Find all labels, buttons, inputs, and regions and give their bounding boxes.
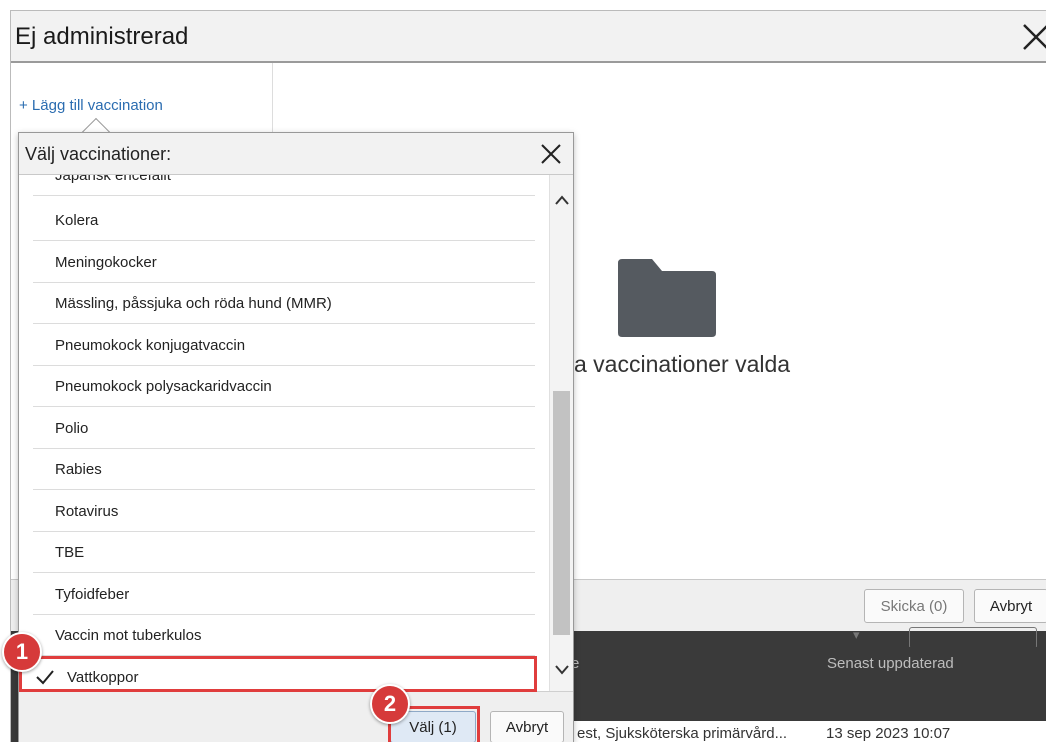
send-button[interactable]: Skicka (0) <box>864 589 964 623</box>
list-item-label: Vaccin mot tuberkulos <box>55 627 202 644</box>
list-item[interactable]: Mässling, påssjuka och röda hund (MMR) <box>33 283 535 324</box>
background-ghost-button <box>909 627 1037 649</box>
popup-title: Välj vaccinationer: <box>25 144 172 164</box>
folder-icon <box>618 259 716 337</box>
list-item[interactable]: Polio <box>33 408 535 449</box>
list-item[interactable]: Tyfoidfeber <box>33 574 535 615</box>
add-vaccination-link[interactable]: + Lägg till vaccination <box>19 97 163 114</box>
list-item-label: Tyfoidfeber <box>55 586 130 603</box>
list-item[interactable]: Vaccin mot tuberkulos <box>33 615 535 656</box>
chevron-up-icon[interactable] <box>553 193 571 207</box>
vaccination-list: Japansk encefalit Kolera Meningokocker M… <box>19 175 549 691</box>
list-item-label: Meningokocker <box>55 254 157 271</box>
list-item[interactable]: Kolera <box>33 200 535 241</box>
list-item-label: Rabies <box>55 461 102 478</box>
list-item[interactable]: Pneumokock polysackaridvaccin <box>33 366 535 407</box>
cancel-button[interactable]: Avbryt <box>974 589 1046 623</box>
left-background <box>0 10 10 742</box>
list-item-label: TBE <box>55 544 85 561</box>
highlight-selected-row <box>19 656 537 692</box>
list-item-label: Mässling, påssjuka och röda hund (MMR) <box>55 295 332 312</box>
list-item[interactable]: Rabies <box>33 449 535 490</box>
list-item[interactable]: Meningokocker <box>33 242 535 283</box>
list-item-label: Polio <box>55 420 89 437</box>
list-item[interactable]: Rotavirus <box>33 491 535 532</box>
list-item[interactable]: Japansk encefalit <box>33 175 535 196</box>
step-badge-1: 1 <box>2 632 42 672</box>
list-item-label: Kolera <box>55 212 99 229</box>
list-item-label: Japansk encefalit <box>55 175 171 184</box>
select-vaccinations-popup: Välj vaccinationer: Japansk encefalit Ko… <box>18 132 574 742</box>
top-background <box>0 0 1046 10</box>
popup-header: Välj vaccinationer: <box>19 133 573 175</box>
list-item-label: Pneumokock konjugatvaccin <box>55 337 246 354</box>
column-header-last-updated[interactable]: Senast uppdaterad <box>827 655 954 672</box>
table-header: e Senast uppdaterad <box>571 647 1046 681</box>
background-ghost-icon: ▾ <box>853 627 860 642</box>
table-row[interactable]: est, Sjuksköterska primärvård... 13 sep … <box>571 721 1046 742</box>
list-item-label: Rotavirus <box>55 503 119 520</box>
step-badge-2: 2 <box>370 684 410 724</box>
list-scrollbar[interactable] <box>549 175 573 691</box>
table-cell-name: est, Sjuksköterska primärvård... <box>577 725 788 742</box>
scrollbar-thumb[interactable] <box>553 391 570 635</box>
empty-state-text: a vaccinationer valda <box>574 351 791 377</box>
popup-footer: Välj (1) Avbryt <box>19 691 573 742</box>
list-item-label: Pneumokock polysackaridvaccin <box>55 378 272 395</box>
list-item[interactable]: TBE <box>33 532 535 573</box>
modal-header: Ej administrerad <box>11 11 1046 63</box>
chevron-down-icon[interactable] <box>553 663 571 677</box>
close-icon[interactable] <box>1019 17 1046 57</box>
popup-cancel-button[interactable]: Avbryt <box>490 711 564 742</box>
list-item[interactable]: Pneumokock konjugatvaccin <box>33 325 535 366</box>
close-icon[interactable] <box>538 141 564 167</box>
table-cell-date: 13 sep 2023 10:07 <box>826 725 951 742</box>
modal-title: Ej administrerad <box>15 23 189 50</box>
